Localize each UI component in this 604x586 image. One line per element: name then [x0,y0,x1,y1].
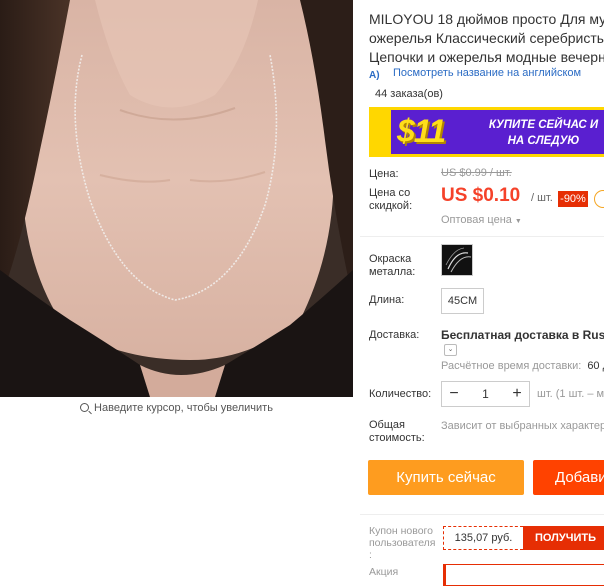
original-price: US $0.99 / шт. [441,167,512,179]
shipping-label: Доставка: [369,329,420,341]
promotion-label: Акция [369,566,399,578]
orders-count: 44 заказа(ов) [375,88,443,100]
zoom-hint: Наведите курсор, чтобы увеличить [0,402,353,414]
price-label: Цена: [369,168,399,180]
quantity-increase-button[interactable]: + [505,382,529,406]
zoom-hint-text: Наведите курсор, чтобы увеличить [94,402,273,414]
chevron-down-icon[interactable]: ⌄ [444,344,457,356]
shipping-method[interactable]: Бесплатная доставка в Russian [441,328,604,342]
quantity-note: шт. (1 шт. – ма [537,388,604,400]
sale-price: US $0.10 [441,185,521,206]
promo-price: $11 [397,113,446,149]
divider [360,514,604,515]
metal-color-swatch[interactable] [441,244,473,276]
total-value: Зависит от выбранных характер [441,420,604,432]
wholesale-price-dropdown[interactable]: Оптовая цена ▼ [441,214,522,226]
discount-badge: -90% [558,191,588,207]
quantity-stepper: − 1 + [441,381,530,407]
get-coupon-button[interactable]: ПОЛУЧИТЬ [523,526,604,550]
buy-now-button[interactable]: Купить сейчас [368,460,524,495]
total-label: Общая стоимость: [369,419,425,444]
translate-link-text[interactable]: Посмотреть название на английском [393,67,581,79]
coin-icon[interactable] [594,190,604,208]
promotion-box[interactable] [443,564,604,586]
quantity-label: Количество: [369,388,432,400]
promo-banner[interactable]: $11 КУПИТЕ СЕЙЧАС И НА СЛЕДУЮ [369,107,604,157]
wholesale-price-label: Оптовая цена [441,214,512,226]
divider [360,236,604,237]
delivery-time: Расчётное время доставки: 60 д [441,360,604,372]
delivery-days: 60 д [587,360,604,372]
coupon-amount: 135,07 руб. [443,526,523,550]
length-option[interactable]: 45CM [441,288,484,314]
translate-icon: A) [369,70,380,81]
product-title: MILOYOU 18 дюймов просто Для мужч ожерел… [369,11,604,65]
quantity-input[interactable]: 1 [466,382,505,406]
delivery-time-label: Расчётное время доставки: [441,360,582,372]
product-image[interactable] [0,0,353,397]
metal-color-label: Окраска металла: [369,253,416,278]
sale-price-label: Цена со скидкой: [369,187,413,212]
quantity-decrease-button[interactable]: − [442,382,466,406]
translate-link[interactable]: A) Посмотреть название на английском [369,67,581,82]
promo-text: КУПИТЕ СЕЙЧАС И НА СЛЕДУЮ [488,119,599,147]
add-to-cart-button[interactable]: Добави [533,460,604,495]
caret-down-icon: ▼ [514,218,522,225]
new-user-coupon-label: Купон нового пользователя : [369,525,436,561]
price-unit: / шт. [531,192,553,204]
length-label: Длина: [369,294,405,306]
magnifier-icon [80,403,90,412]
